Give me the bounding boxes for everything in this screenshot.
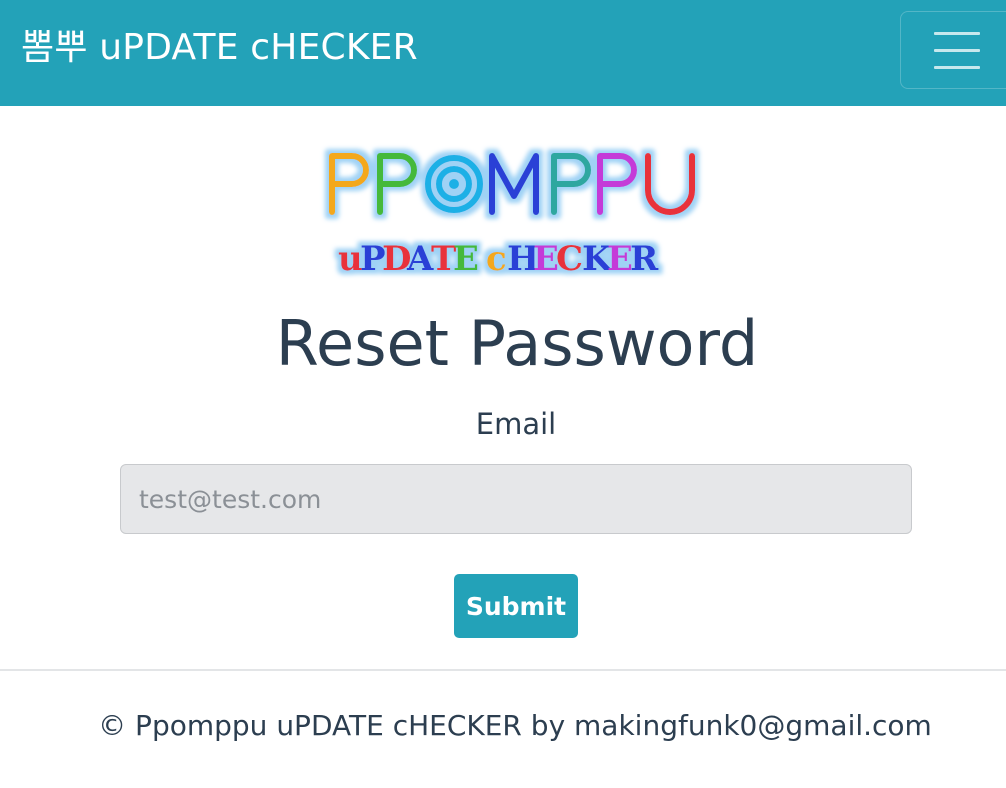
navbar-brand[interactable]: 뽐뿌 uPDATE cHECKER: [21, 26, 418, 70]
hamburger-menu-icon: [934, 32, 980, 35]
hamburger-menu-icon-bar: [934, 49, 980, 52]
navbar: 뽐뿌 uPDATE cHECKER: [0, 0, 1006, 106]
ppomppu-logo: u P D A T E c H E C K E R: [329, 153, 695, 279]
main-content: u P D A T E c H E C K E R Reset Password…: [0, 106, 1006, 670]
footer-text: © Ppomppu uPDATE cHECKER by makingfunk0@…: [98, 709, 932, 742]
svg-text:R: R: [630, 239, 659, 279]
submit-button[interactable]: Submit: [454, 574, 578, 638]
footer-divider: [0, 669, 1006, 671]
svg-text:C: C: [556, 239, 583, 279]
page-title: Reset Password: [275, 307, 759, 380]
email-label: Email: [475, 407, 557, 441]
svg-text:E: E: [453, 239, 479, 279]
email-input[interactable]: [120, 464, 912, 534]
hamburger-menu-icon-bar: [934, 66, 980, 69]
navbar-toggle-button[interactable]: [900, 11, 1006, 89]
svg-text:A: A: [406, 239, 434, 279]
svg-text:c: c: [486, 239, 507, 279]
